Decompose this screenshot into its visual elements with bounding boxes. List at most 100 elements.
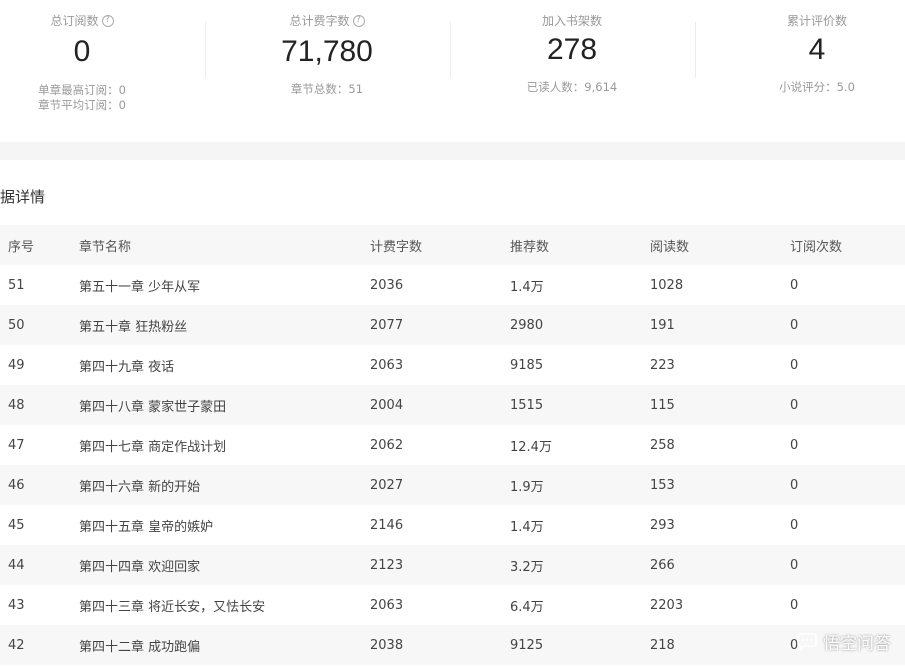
cell-chapter-name: 第四十四章 欢迎回家: [79, 559, 201, 575]
stat-bookshelf: 加入书架数 278 已读人数：9,614: [457, 0, 687, 142]
cell-recommendations: 12.4万: [510, 439, 552, 455]
cell-index: 46: [8, 477, 25, 493]
watermark: 悟空问答: [796, 629, 891, 654]
cell-billable-words: 2063: [370, 357, 404, 373]
help-icon[interactable]: ?: [352, 14, 365, 27]
cell-subscriptions: 0: [790, 317, 799, 333]
divider: [450, 22, 451, 78]
stat-reviews: 累计评价数 4 小说评分：5.0: [702, 0, 905, 142]
stat-sub: 单章最高订阅：0: [38, 83, 126, 97]
cell-index: 42: [8, 637, 25, 653]
cell-recommendations: 9125: [510, 637, 544, 653]
cell-recommendations: 6.4万: [510, 599, 544, 615]
cell-recommendations: 9185: [510, 357, 544, 373]
table-header-row: 序号 章节名称 计费字数 推荐数 阅读数 订阅次数: [0, 225, 905, 265]
cell-reads: 218: [650, 637, 675, 653]
stat-value: 0: [73, 35, 91, 68]
cell-chapter-name: 第四十九章 夜话: [79, 359, 175, 375]
cell-billable-words: 2062: [370, 437, 404, 453]
table-row[interactable]: 43 第四十三章 将近长安，又怯长安 2063 6.4万 2203 0: [0, 585, 905, 625]
cell-chapter-name: 第五十一章 少年从军: [79, 279, 201, 295]
divider: [205, 22, 206, 78]
cell-chapter-name: 第四十三章 将近长安，又怯长安: [79, 599, 266, 615]
section-separator: [0, 142, 905, 160]
table-body: 51 第五十一章 少年从军 2036 1.4万 1028 0 50 第五十章 狂热粉丝 2077…: [0, 265, 905, 665]
column-header-recommendations[interactable]: 推荐数: [510, 225, 650, 265]
stat-label: 累计评价数: [786, 14, 847, 28]
stat-label: 总订阅数: [50, 14, 99, 28]
cell-billable-words: 2027: [370, 477, 404, 493]
stat-total-subscriptions: 总订阅数? 0 单章最高订阅：0 章节平均订阅：0: [0, 0, 197, 142]
cell-chapter-name: 第四十二章 成功跑偏: [79, 639, 201, 655]
table-row[interactable]: 42 第四十二章 成功跑偏 2038 9125 218 0: [0, 625, 905, 665]
cell-reads: 223: [650, 357, 675, 373]
table-row[interactable]: 51 第五十一章 少年从军 2036 1.4万 1028 0: [0, 265, 905, 305]
cell-recommendations: 1515: [510, 397, 544, 413]
stat-sub: 已读人数：9,614: [526, 80, 618, 94]
cell-subscriptions: 0: [790, 597, 799, 613]
stat-sub: 章节总数：51: [290, 82, 364, 96]
cell-chapter-name: 第四十八章 蒙家世子蒙田: [79, 399, 227, 415]
cell-index: 48: [8, 397, 25, 413]
cell-reads: 293: [650, 517, 675, 533]
cell-reads: 1028: [650, 277, 684, 293]
stat-sub: 章节平均订阅：0: [38, 98, 126, 112]
cell-index: 47: [8, 437, 25, 453]
table-row[interactable]: 45 第四十五章 皇帝的嫉妒 2146 1.4万 293 0: [0, 505, 905, 545]
cell-index: 45: [8, 517, 25, 533]
cell-subscriptions: 0: [790, 557, 799, 573]
table-row[interactable]: 46 第四十六章 新的开始 2027 1.9万 153 0: [0, 465, 905, 505]
cell-subscriptions: 0: [790, 397, 799, 413]
column-header-chapter-name[interactable]: 章节名称: [79, 225, 370, 265]
cell-recommendations: 1.4万: [510, 279, 544, 295]
cell-billable-words: 2146: [370, 517, 404, 533]
cell-billable-words: 2077: [370, 317, 404, 333]
table-row[interactable]: 48 第四十八章 蒙家世子蒙田 2004 1515 115 0: [0, 385, 905, 425]
section-title: 据详情: [0, 188, 46, 206]
cell-index: 44: [8, 557, 25, 573]
cell-subscriptions: 0: [790, 477, 799, 493]
cell-billable-words: 2036: [370, 277, 404, 293]
cell-billable-words: 2004: [370, 397, 404, 413]
column-header-reads[interactable]: 阅读数: [650, 225, 790, 265]
cell-billable-words: 2063: [370, 597, 404, 613]
cell-billable-words: 2123: [370, 557, 404, 573]
table-row[interactable]: 49 第四十九章 夜话 2063 9185 223 0: [0, 345, 905, 385]
cell-reads: 115: [650, 397, 675, 413]
stat-billable-words: 总计费字数? 71,780 章节总数：51: [212, 0, 442, 142]
table-row[interactable]: 47 第四十七章 商定作战计划 2062 12.4万 258 0: [0, 425, 905, 465]
stat-label: 总计费字数: [289, 14, 350, 28]
stat-label: 加入书架数: [541, 14, 602, 28]
cell-reads: 153: [650, 477, 675, 493]
cell-chapter-name: 第五十章 狂热粉丝: [79, 319, 188, 335]
cell-index: 43: [8, 597, 25, 613]
watermark-text: 悟空问答: [823, 634, 891, 654]
divider: [695, 22, 696, 78]
cell-subscriptions: 0: [790, 277, 799, 293]
cell-index: 49: [8, 357, 25, 373]
cell-subscriptions: 0: [790, 437, 799, 453]
cell-reads: 191: [650, 317, 675, 333]
stat-sub: 小说评分：5.0: [779, 80, 855, 94]
cell-recommendations: 1.9万: [510, 479, 544, 495]
table-row[interactable]: 44 第四十四章 欢迎回家 2123 3.2万 266 0: [0, 545, 905, 585]
cell-reads: 258: [650, 437, 675, 453]
cell-index: 50: [8, 317, 25, 333]
column-header-billable-words[interactable]: 计费字数: [370, 225, 510, 265]
stat-value: 71,780: [281, 35, 373, 68]
column-header-subscriptions[interactable]: 订阅次数: [790, 225, 905, 265]
cell-recommendations: 2980: [510, 317, 544, 333]
stat-value: 4: [808, 33, 826, 66]
stats-panel: 总订阅数? 0 单章最高订阅：0 章节平均订阅：0 总计费字数? 71,780 …: [0, 0, 905, 142]
cell-subscriptions: 0: [790, 517, 799, 533]
help-icon[interactable]: ?: [101, 14, 114, 27]
cell-chapter-name: 第四十六章 新的开始: [79, 479, 201, 495]
cell-subscriptions: 0: [790, 357, 799, 373]
cell-billable-words: 2038: [370, 637, 404, 653]
stat-value: 278: [546, 33, 598, 66]
table-row[interactable]: 50 第五十章 狂热粉丝 2077 2980 191 0: [0, 305, 905, 345]
cell-reads: 2203: [650, 597, 684, 613]
column-header-index[interactable]: 序号: [0, 225, 79, 265]
cell-chapter-name: 第四十五章 皇帝的嫉妒: [79, 519, 214, 535]
cell-recommendations: 1.4万: [510, 519, 544, 535]
